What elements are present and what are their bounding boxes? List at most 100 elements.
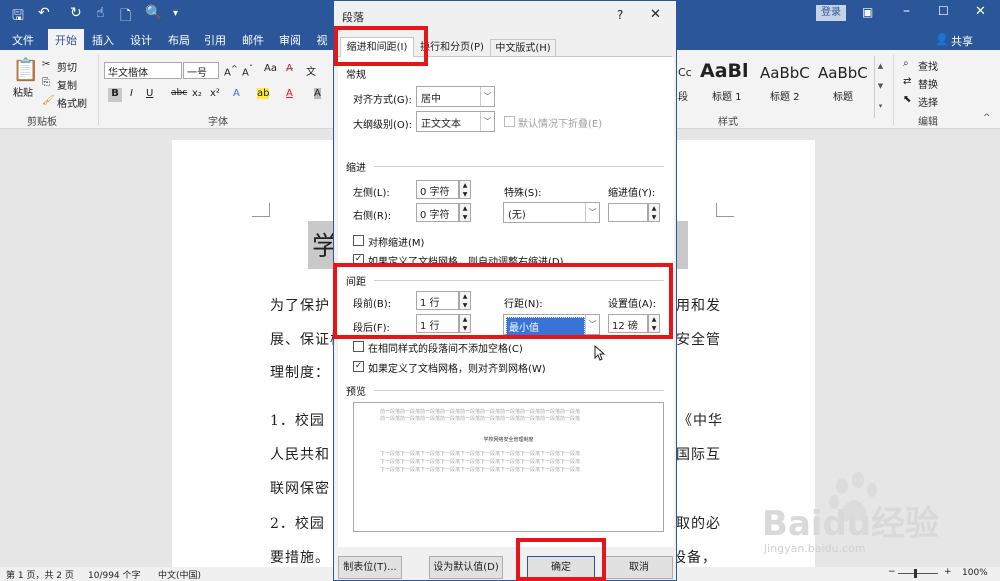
font-size-combo[interactable]: 一号 [183,62,219,79]
share-button[interactable]: 共享 [951,33,973,49]
shrink-font-icon[interactable]: Aˇ [242,63,253,78]
change-case-icon[interactable]: Aa [264,63,277,74]
font-color-icon[interactable]: A [286,88,293,99]
doc-line-right[interactable]: 设备， [672,547,717,567]
special-indent-select[interactable]: (无) ﹀ [503,202,600,223]
alignment-select[interactable]: 居中 ﹀ [416,86,495,107]
doc-line-left[interactable]: 2．校园 [270,513,325,533]
find-icon[interactable]: ⌕ [903,58,909,69]
ribbon-options-icon[interactable]: ▣ [862,5,873,19]
replace-icon[interactable]: ⇄ [903,76,911,87]
set-default-button[interactable]: 设为默认值(D) [429,556,503,579]
save-icon[interactable]: 🖫 [12,5,24,29]
strikethrough-icon[interactable]: abc [171,88,187,98]
mirror-indents-checkbox[interactable] [353,235,364,246]
print-preview-icon[interactable]: 🔍 [145,5,162,21]
phonetic-guide-icon[interactable]: 文 [306,63,316,78]
doc-line-left[interactable]: 为了保护 [270,295,330,315]
indent-right-spinner[interactable]: ▲ ▼ [459,203,471,222]
close-window-icon[interactable]: ✕ [975,4,986,19]
snap-to-grid-checkbox[interactable]: ✓ [353,361,364,372]
doc-line-right[interactable]: 国际互 [676,444,721,464]
cut-icon[interactable]: ✂ [42,59,50,70]
replace-button[interactable]: 替换 [918,76,938,91]
tab-home[interactable]: 开始 [48,29,84,50]
help-icon[interactable]: ? [617,8,623,22]
clear-format-icon[interactable]: A̶ [286,63,293,74]
tab-layout[interactable]: 布局 [164,29,194,50]
collapsed-default-checkbox[interactable] [504,116,515,127]
zoom-level[interactable]: 100% [962,568,988,578]
login-button[interactable]: 登录 [816,5,846,21]
doc-line-right[interactable]: 取的必 [676,513,721,533]
language-indicator[interactable]: 中文(中国) [158,568,201,581]
superscript-icon[interactable]: x² [210,88,220,99]
redo-icon[interactable]: ↻ [70,5,82,21]
text-effects-icon[interactable]: A [233,88,240,99]
touch-mode-icon[interactable]: ☝ [96,5,105,21]
style-title-preview[interactable]: AaBbC [818,64,868,82]
outline-level-select[interactable]: 正文文本 ﹀ [416,111,495,132]
grow-font-icon[interactable]: A^ [224,63,238,78]
select-button[interactable]: 选择 [918,94,938,109]
zoom-slider[interactable] [898,573,938,574]
doc-line-left[interactable]: 1．校园 [270,410,325,430]
doc-line-left[interactable]: 理制度： [270,362,330,382]
style-partial-name[interactable]: 段 [678,88,688,103]
collapse-ribbon-icon[interactable]: ^ [983,113,991,123]
indent-by-input[interactable] [608,203,648,222]
doc-line-right[interactable]: 用和发 [676,295,721,315]
dialog-close-icon[interactable]: ✕ [650,7,661,22]
format-painter-button[interactable]: 格式刷 [57,95,87,110]
find-button[interactable]: 查找 [918,58,938,73]
doc-line-right[interactable]: 《中华 [678,410,723,430]
style-partial-preview[interactable]: Cc [678,66,692,79]
indent-left-spinner[interactable]: ▲ ▼ [459,180,471,199]
style-heading2-preview[interactable]: AaBbC [760,64,810,82]
word-count[interactable]: 10/994 个字 [88,568,141,581]
subscript-icon[interactable]: x₂ [192,88,202,99]
tab-design[interactable]: 设计 [126,29,156,50]
new-document-icon[interactable]: 🗋 [120,5,131,29]
copy-icon[interactable]: ⎘ [42,77,50,88]
doc-line-left[interactable]: 联网保密 [270,478,330,498]
style-heading1-preview[interactable]: AaBl [700,60,749,82]
select-icon[interactable]: ⬉ [903,94,911,105]
page-count[interactable]: 第 1 页，共 2 页 [6,568,74,581]
tab-insert[interactable]: 插入 [88,29,118,50]
copy-button[interactable]: 复制 [57,77,77,92]
customize-qat-icon[interactable]: ▾ [173,8,178,19]
styles-gallery-scroll[interactable]: ▲ ▼ ▾ [874,56,886,118]
style-heading2-name[interactable]: 标题 2 [770,88,800,103]
doc-line-right[interactable]: 安全管 [676,329,721,349]
undo-icon[interactable]: ↶ [38,5,50,21]
zoom-in-icon[interactable]: + [944,567,952,577]
share-icon[interactable]: 👤 [935,33,949,46]
tab-mailings[interactable]: 邮件 [238,29,268,50]
font-name-combo[interactable]: 华文楷体 [104,62,182,79]
no-space-same-style-checkbox[interactable] [353,341,364,352]
tab-review[interactable]: 审阅 [275,29,305,50]
indent-left-input[interactable]: 0 字符 [416,180,459,199]
minimize-icon[interactable]: – [903,3,910,19]
cancel-button[interactable]: 取消 [605,556,673,579]
indent-right-input[interactable]: 0 字符 [416,203,459,222]
style-title-name[interactable]: 标题 [833,88,853,103]
underline-icon[interactable]: U [146,88,153,99]
doc-line-left[interactable]: 要措施。 [270,547,330,567]
char-shading-icon[interactable]: A [314,88,321,99]
indent-by-spinner[interactable]: ▲ ▼ [648,203,660,222]
format-painter-icon[interactable]: 🖌 [42,95,55,106]
highlight-icon[interactable]: ab [257,88,270,99]
doc-line-left[interactable]: 人民共和 [270,444,330,464]
italic-icon[interactable]: I [130,88,133,99]
zoom-slider-thumb[interactable] [914,569,917,578]
style-heading1-name[interactable]: 标题 1 [712,88,742,103]
cut-button[interactable]: 剪切 [57,59,77,74]
tab-file[interactable]: 文件 [8,29,38,50]
paste-icon[interactable]: 📋 [12,58,39,83]
zoom-out-icon[interactable]: − [888,567,896,577]
maximize-icon[interactable]: ☐ [938,4,949,18]
bold-icon[interactable]: B [108,88,122,102]
tabs-button[interactable]: 制表位(T)... [338,556,402,579]
